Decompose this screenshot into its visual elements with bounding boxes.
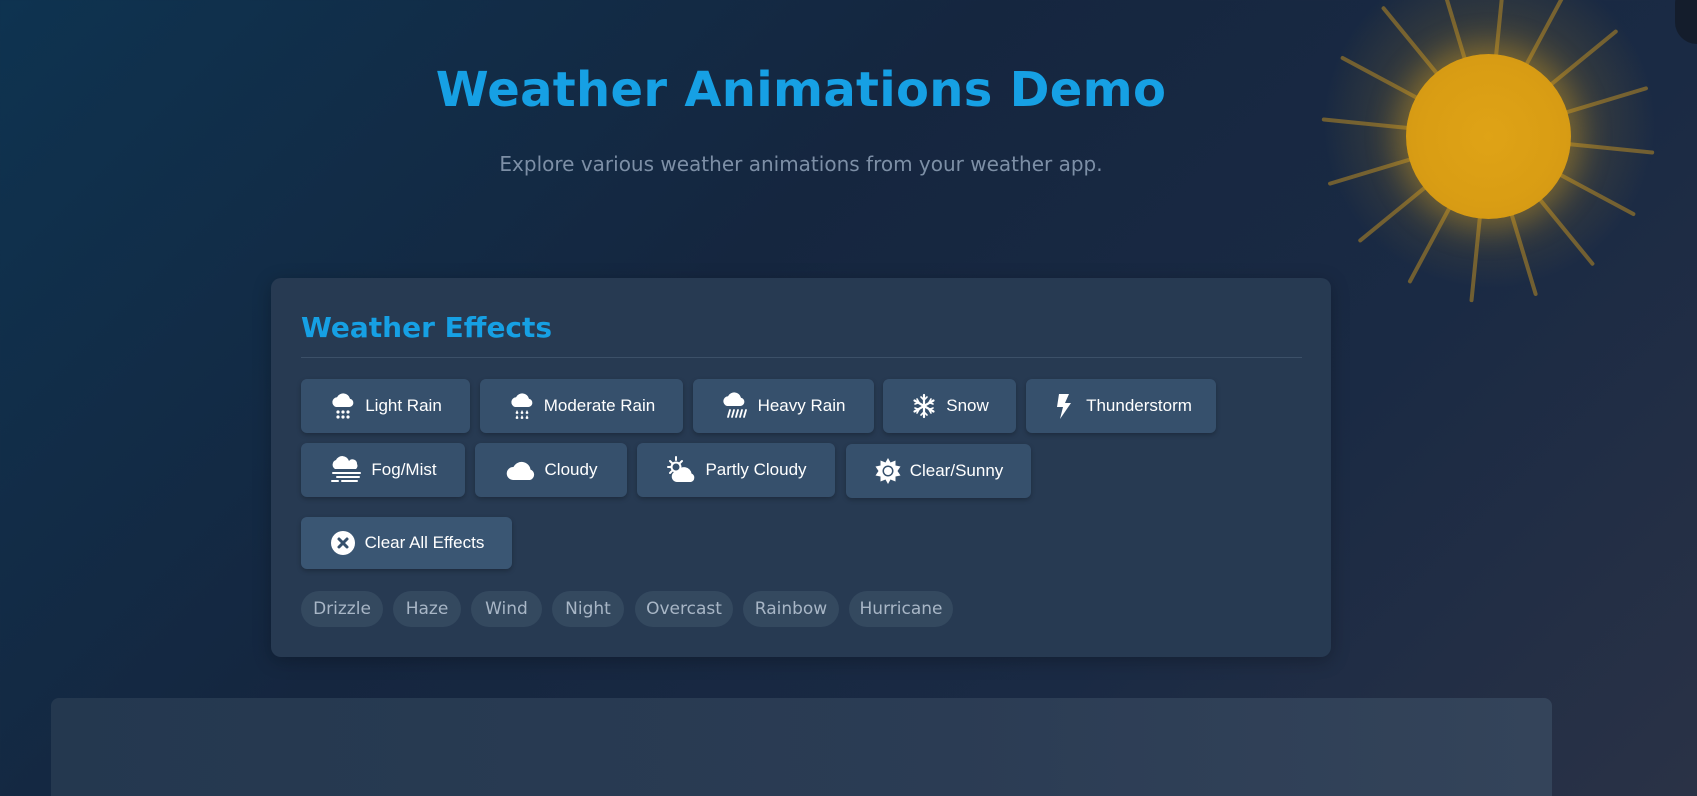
- clear-sunny-button[interactable]: Clear/Sunny: [846, 444, 1031, 498]
- sun-animation: [1406, 54, 1571, 219]
- button-label: Clear/Sunny: [909, 461, 1004, 480]
- tag-hurricane[interactable]: Hurricane: [849, 591, 953, 627]
- snow-button[interactable]: Snow: [883, 379, 1016, 433]
- heavy-rain-button[interactable]: Heavy Rain: [693, 379, 874, 433]
- light-rain-button[interactable]: Light Rain: [301, 379, 470, 433]
- tag-rainbow[interactable]: Rainbow: [743, 591, 839, 627]
- button-label: Cloudy: [544, 460, 598, 479]
- button-label: Clear All Effects: [364, 533, 485, 552]
- button-label: Light Rain: [365, 396, 442, 415]
- cloudy-button[interactable]: Cloudy: [475, 443, 627, 497]
- corner-toggle-button[interactable]: [1675, 0, 1697, 44]
- panel-title: Weather Effects: [301, 311, 553, 344]
- sun-icon: [874, 457, 902, 485]
- button-label: Thunderstorm: [1086, 396, 1192, 415]
- thunderstorm-button[interactable]: Thunderstorm: [1026, 379, 1216, 433]
- button-label: Heavy Rain: [757, 396, 846, 415]
- lightning-icon: [1050, 392, 1078, 420]
- clear-all-effects-button[interactable]: Clear All Effects: [301, 517, 512, 569]
- moderate-rain-button[interactable]: Moderate Rain: [480, 379, 683, 433]
- button-label: Moderate Rain: [543, 396, 656, 415]
- fog-icon: [329, 456, 363, 484]
- tag-drizzle[interactable]: Drizzle: [301, 591, 383, 627]
- close-circle-icon: [329, 529, 357, 557]
- animation-preview-panel: [51, 698, 1552, 796]
- light-rain-icon: [329, 392, 357, 420]
- snowflake-icon: [910, 392, 938, 420]
- weather-effects-panel: Weather Effects Light Rain Moderate Rain…: [271, 278, 1331, 657]
- divider: [301, 357, 1302, 358]
- tag-overcast[interactable]: Overcast: [635, 591, 733, 627]
- tag-wind[interactable]: Wind: [471, 591, 542, 627]
- moderate-rain-icon: [508, 392, 536, 420]
- heavy-rain-icon: [722, 392, 750, 420]
- cloud-icon: [505, 456, 537, 484]
- button-label: Fog/Mist: [371, 460, 437, 479]
- button-label: Snow: [946, 396, 989, 415]
- partly-cloudy-icon: [665, 456, 697, 484]
- partly-cloudy-button[interactable]: Partly Cloudy: [637, 443, 835, 497]
- button-label: Partly Cloudy: [705, 460, 807, 479]
- tag-haze[interactable]: Haze: [393, 591, 461, 627]
- tag-night[interactable]: Night: [552, 591, 624, 627]
- fog-mist-button[interactable]: Fog/Mist: [301, 443, 465, 497]
